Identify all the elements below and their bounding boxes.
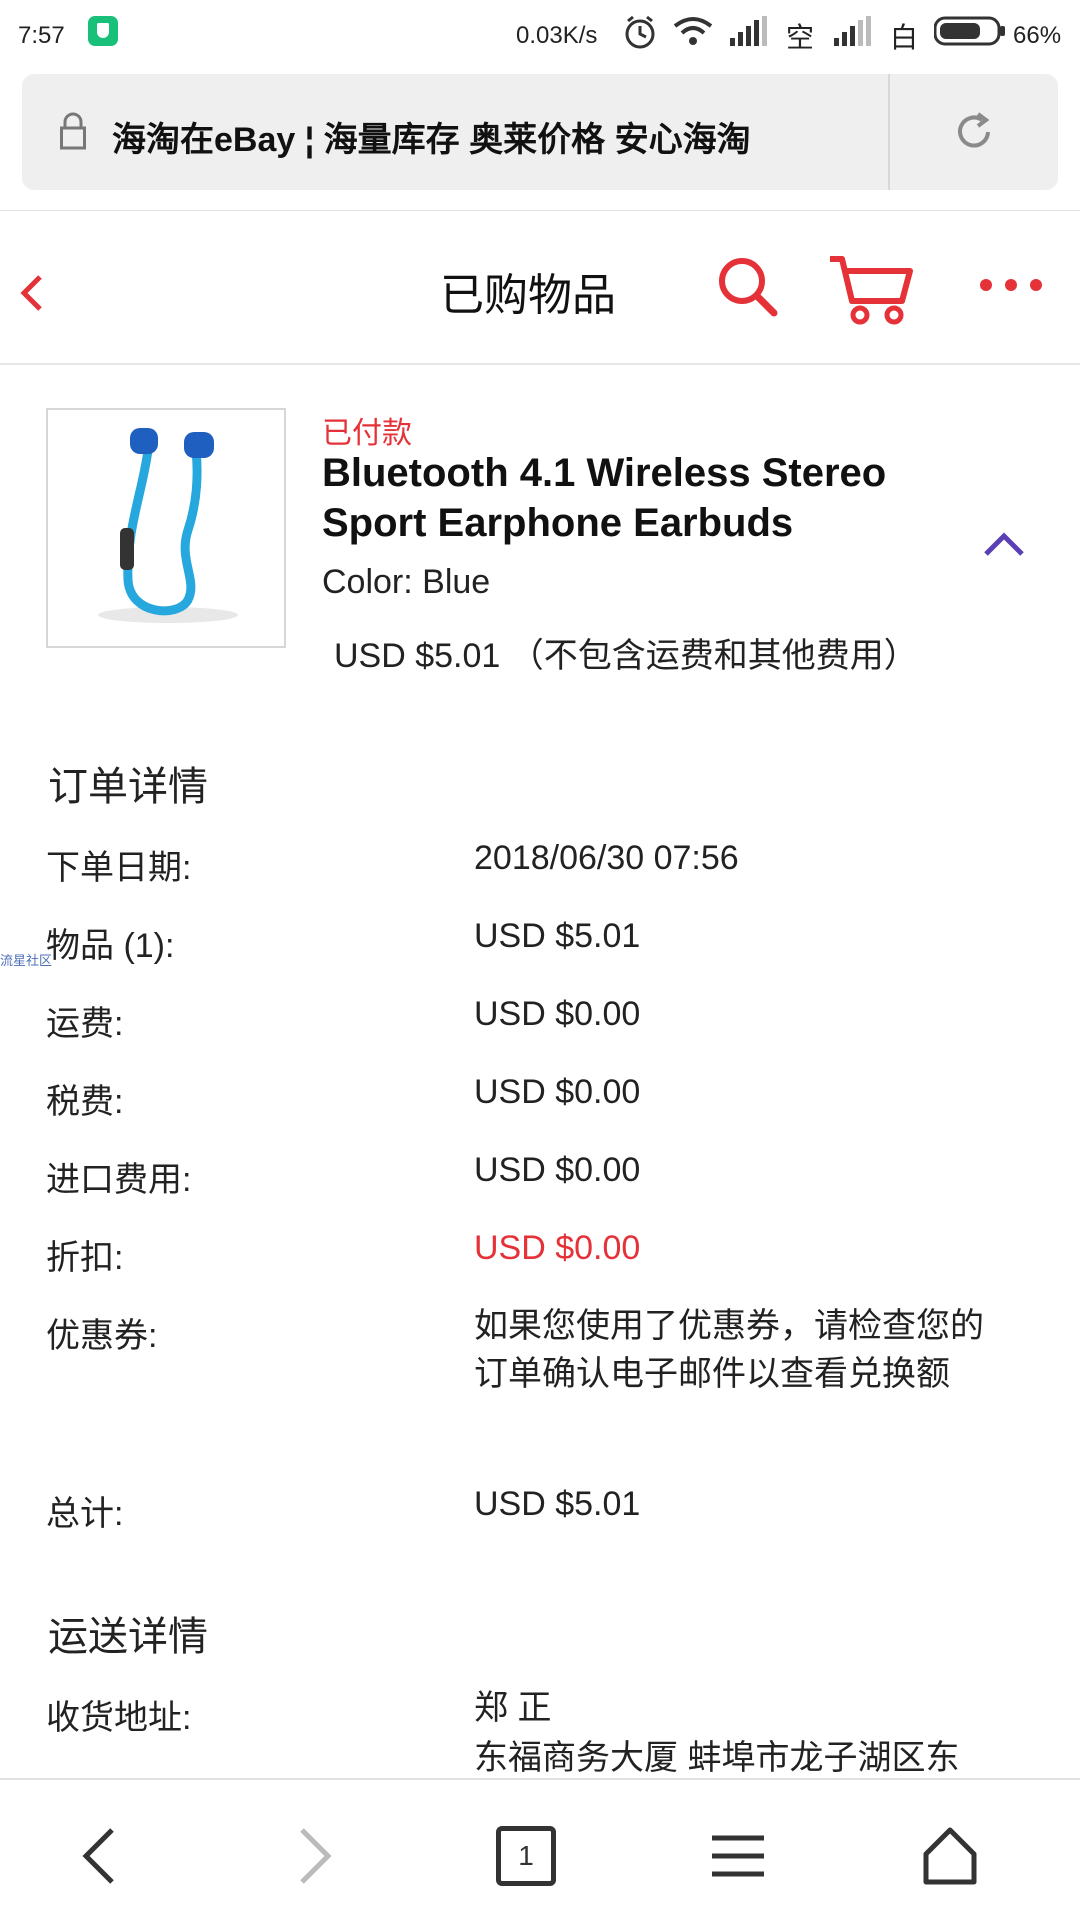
signal-icon-2	[834, 16, 871, 46]
alarm-icon	[625, 15, 655, 49]
lock-icon	[60, 112, 86, 150]
shipping-fee-value: USD $0.00	[474, 995, 641, 1033]
status-bar: 7:57 0.03K/s 空 白 66%	[0, 0, 1080, 72]
page-title-text[interactable]: 海淘在eBay ¦ 海量库存 奥莱价格 安心海淘	[112, 112, 872, 161]
discount-value: USD $0.00	[474, 1229, 641, 1267]
wifi-icon	[673, 17, 713, 45]
shipping-details-heading: 运送详情	[48, 1615, 208, 1659]
tax-label: 税费:	[46, 1083, 124, 1121]
security-shield-icon	[88, 16, 118, 46]
payment-status: 已付款	[322, 417, 412, 450]
battery-icon	[934, 16, 1005, 46]
watermark-text: 流星社区	[0, 953, 53, 968]
page-header: 已购物品	[0, 210, 1080, 365]
tabs-count-button[interactable]: 1	[496, 1826, 556, 1886]
carrier1-label: 空	[786, 22, 815, 53]
url-bar[interactable]: 海淘在eBay ¦ 海量库存 奥莱价格 安心海淘	[22, 74, 1058, 190]
more-options-icon[interactable]	[978, 275, 1044, 295]
order-date-value: 2018/06/30 07:56	[474, 839, 739, 877]
carrier2-label: 白	[890, 22, 919, 53]
back-arrow-icon[interactable]	[18, 273, 44, 313]
cart-icon[interactable]	[828, 253, 914, 325]
browser-bottom-bar: 1	[0, 1778, 1080, 1922]
address-name: 郑 正	[474, 1689, 552, 1727]
signal-icon	[730, 16, 767, 46]
import-fee-label: 进口费用:	[46, 1161, 192, 1199]
product-price: USD $5.01 （不包含运费和其他费用）	[334, 637, 918, 675]
total-value: USD $5.01	[474, 1485, 641, 1523]
import-fee-value: USD $0.00	[474, 1151, 641, 1189]
product-color: Color: Blue	[322, 563, 491, 601]
page-title: 已购物品	[440, 271, 616, 320]
coupon-label: 优惠券:	[46, 1317, 158, 1355]
items-label: 物品 (1):	[46, 927, 175, 965]
discount-label: 折扣:	[46, 1239, 124, 1277]
order-details-heading: 订单详情	[48, 765, 208, 809]
browser-back-icon[interactable]	[72, 1826, 132, 1886]
address-label: 收货地址:	[46, 1699, 192, 1737]
shipping-fee-label: 运费:	[46, 1005, 124, 1043]
items-value: USD $5.01	[474, 917, 641, 955]
coupon-value: 如果您使用了优惠券，请检查您的订单确认电子邮件以查看兑换额	[474, 1307, 984, 1393]
product-title[interactable]: Bluetooth 4.1 Wireless Stereo Sport Earp…	[322, 448, 962, 548]
earphones-image	[98, 428, 238, 623]
address-line: 东福商务大厦 蚌埠市龙子湖区东	[474, 1739, 960, 1777]
home-icon[interactable]	[920, 1826, 980, 1886]
chevron-up-icon[interactable]	[982, 530, 1026, 558]
search-icon[interactable]	[716, 255, 780, 319]
product-image[interactable]	[46, 408, 286, 648]
status-time: 7:57	[18, 22, 65, 49]
reload-icon[interactable]	[952, 110, 996, 154]
battery-percent: 66%	[1013, 22, 1062, 49]
tax-value: USD $0.00	[474, 1073, 641, 1111]
menu-icon[interactable]	[708, 1826, 768, 1886]
browser-forward-icon[interactable]	[282, 1826, 342, 1886]
order-date-label: 下单日期:	[46, 849, 192, 887]
total-label: 总计:	[46, 1495, 124, 1533]
url-bar-divider	[888, 74, 890, 190]
network-speed: 0.03K/s	[516, 22, 598, 49]
